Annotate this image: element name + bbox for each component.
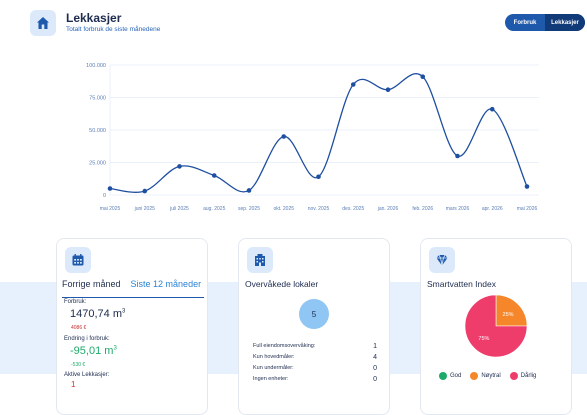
data-point[interactable] [142, 188, 148, 194]
diamond-icon [429, 247, 455, 273]
consumption-card: Forrige måned Siste 12 måneder Forbruk: 1… [56, 238, 208, 415]
x-tick-label: feb. 2026 [412, 206, 433, 212]
pie-slice-label: 25% [503, 312, 514, 318]
pie-legend: God Nøytral Dårlig [439, 372, 536, 380]
home-icon[interactable] [30, 10, 56, 36]
y-tick-label: 75.000 [89, 96, 106, 102]
y-tick-label: 50.000 [89, 128, 106, 134]
tab-last-12-months[interactable]: Siste 12 måneder [131, 279, 202, 289]
index-pie-chart: 25% 75% [464, 294, 528, 358]
data-point[interactable] [107, 186, 113, 191]
tab-previous-month[interactable]: Forrige måned [62, 279, 131, 289]
building-icon [247, 247, 273, 273]
data-point[interactable] [455, 153, 460, 159]
change-cost: -530 € [71, 362, 86, 368]
toggle-lekkasjer[interactable]: Lekkasjer [545, 14, 585, 31]
x-tick-label: jan. 2026 [377, 206, 399, 212]
x-tick-label: apr. 2026 [482, 206, 503, 212]
x-tick-label: okt. 2025 [273, 206, 294, 212]
premises-row: Full eiendomsovervåking: 1 [253, 343, 377, 350]
change-value: -95,01 m3 [70, 345, 117, 357]
x-tick-label: juni 2025 [134, 206, 156, 212]
data-point[interactable] [281, 134, 287, 139]
x-tick-label: mars 2026 [446, 206, 470, 212]
view-toggle[interactable]: Forbruk Lekkasjer [505, 14, 585, 31]
data-point[interactable] [420, 74, 426, 79]
card-title: Smartvatten Index [427, 279, 496, 289]
x-tick-label: sep. 2025 [238, 206, 260, 212]
premises-row: Ingen enheter: 0 [253, 376, 377, 383]
premises-row: Kun hovedmåler: 4 [253, 354, 377, 361]
consumption-cost: 4086 € [71, 325, 87, 331]
x-tick-label: juli 2025 [169, 206, 189, 212]
premises-total: 5 [299, 299, 329, 329]
page-subtitle: Totalt forbruk de siste månedene [66, 26, 161, 33]
data-point[interactable] [211, 173, 217, 178]
x-tick-label: mai 2025 [100, 206, 121, 212]
period-tabs: Forrige måned Siste 12 måneder [62, 279, 204, 298]
x-tick-label: nov. 2025 [308, 206, 330, 212]
data-point[interactable] [524, 184, 530, 189]
consumption-label: Forbruk: [64, 299, 87, 305]
monitored-premises-card: Overvåkede lokaler 5 Full eiendomsovervå… [238, 238, 390, 415]
legend-item-god[interactable]: God [439, 372, 461, 380]
y-tick-label: 25.000 [89, 161, 106, 167]
data-point[interactable] [316, 174, 321, 180]
data-point[interactable] [350, 82, 356, 87]
x-tick-label: aug. 2025 [203, 206, 225, 212]
active-leaks-value: 1 [71, 380, 76, 389]
page-title: Lekkasjer [66, 11, 122, 25]
data-point[interactable] [489, 106, 495, 112]
smartvatten-index-card: Smartvatten Index 25% 75% God Nøytral Dår… [420, 238, 572, 415]
toggle-forbruk[interactable]: Forbruk [505, 14, 545, 31]
x-tick-label: mai 2026 [517, 206, 538, 212]
y-tick-label: 0 [103, 193, 106, 199]
calendar-icon [65, 247, 91, 273]
legend-item-noytral[interactable]: Nøytral [470, 372, 501, 380]
pie-slice-label: 75% [478, 336, 489, 342]
data-point[interactable] [246, 188, 252, 193]
data-point[interactable] [385, 87, 391, 92]
pie-slice[interactable] [495, 294, 528, 327]
data-point[interactable] [177, 164, 182, 169]
consumption-value: 1470,74 m3 [70, 308, 126, 320]
change-label: Endring i forbruk: [64, 336, 110, 342]
card-title: Overvåkede lokaler [245, 279, 319, 289]
y-tick-label: 100.000 [86, 63, 106, 69]
x-tick-label: des. 2025 [342, 206, 364, 212]
active-leaks-label: Aktive Lekkasjer: [64, 372, 110, 378]
consumption-line-chart: 100.000 75.000 50.000 25.000 0 mai 2025 juni 2… [86, 63, 539, 212]
premises-row: Kun undermåler: 0 [253, 365, 377, 372]
legend-item-darlig[interactable]: Dårlig [509, 372, 536, 380]
